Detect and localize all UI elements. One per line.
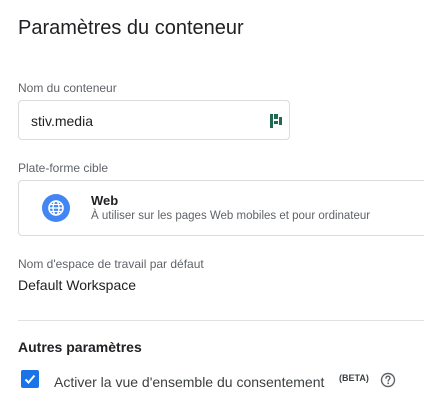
target-platform-card[interactable]: Web À utiliser sur les pages Web mobiles…	[18, 180, 424, 236]
platform-description: À utiliser sur les pages Web mobiles et …	[91, 210, 371, 222]
globe-icon	[42, 194, 70, 222]
container-name-input[interactable]	[31, 111, 251, 131]
page-title: Paramètres du conteneur	[18, 17, 244, 39]
consent-overview-label[interactable]: Activer la vue d'ensemble du consentemen…	[54, 374, 324, 390]
container-name-label: Nom du conteneur	[18, 81, 117, 95]
password-manager-icon[interactable]	[269, 111, 283, 131]
divider	[18, 320, 424, 321]
consent-overview-checkbox[interactable]	[21, 370, 39, 388]
workspace-value: Default Workspace	[18, 277, 137, 293]
beta-badge: (BETA)	[339, 373, 369, 383]
platform-name: Web	[91, 193, 119, 208]
other-settings-title: Autres paramètres	[18, 339, 142, 355]
help-circle-icon[interactable]	[380, 372, 396, 388]
container-name-field[interactable]	[18, 100, 290, 140]
workspace-label: Nom d'espace de travail par défaut	[18, 257, 204, 271]
target-platform-label: Plate-forme cible	[18, 161, 109, 175]
